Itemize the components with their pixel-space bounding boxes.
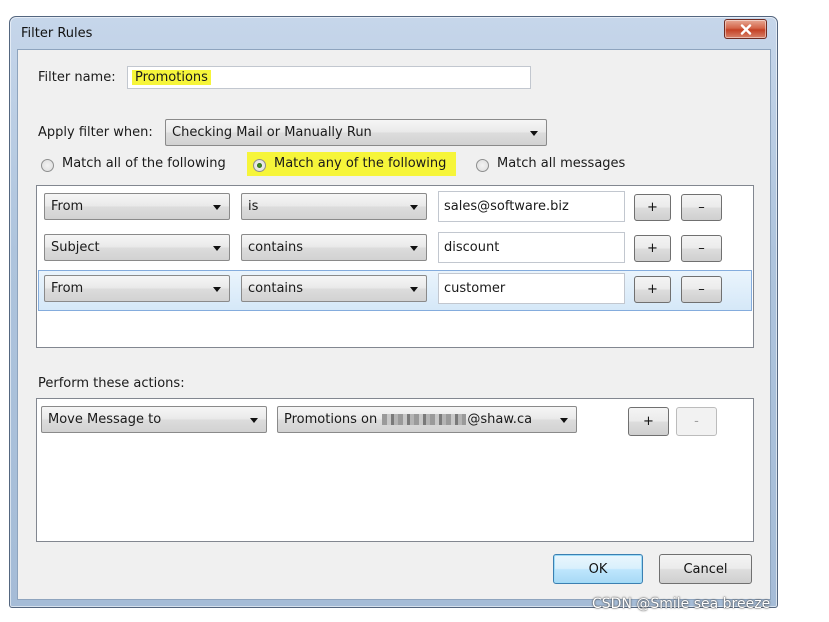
watermark: CSDN @Smile sea breeze xyxy=(592,596,771,612)
rule-value-input[interactable]: discount xyxy=(438,232,625,263)
remove-action-button[interactable]: - xyxy=(676,407,717,436)
rule-value-text: customer xyxy=(444,281,506,296)
chevron-down-icon xyxy=(213,205,221,210)
chevron-down-icon xyxy=(410,205,418,210)
actions-list: Move Message to Promotions on @shaw.ca +… xyxy=(36,398,754,542)
add-rule-button[interactable]: + xyxy=(634,194,671,221)
rule-operator-dropdown[interactable]: is xyxy=(241,193,427,220)
chevron-down-icon xyxy=(250,418,258,423)
cancel-button[interactable]: Cancel xyxy=(659,554,752,584)
filter-name-label: Filter name: xyxy=(38,70,116,85)
perform-actions-label: Perform these actions: xyxy=(38,376,185,391)
remove-rule-button[interactable]: – xyxy=(681,194,722,221)
title-bar[interactable]: Filter Rules xyxy=(10,17,777,49)
chevron-down-icon xyxy=(213,287,221,292)
rule-value-input[interactable]: customer xyxy=(438,273,625,304)
window-title: Filter Rules xyxy=(21,26,93,41)
rule-field-dropdown[interactable]: From xyxy=(44,275,230,302)
rule-operator-value: is xyxy=(248,199,259,214)
chevron-down-icon xyxy=(530,131,538,136)
ok-button[interactable]: OK xyxy=(553,554,643,584)
apply-filter-when-value: Checking Mail or Manually Run xyxy=(172,125,372,140)
redacted-email xyxy=(382,414,467,425)
rule-operator-dropdown[interactable]: contains xyxy=(241,234,427,261)
action-target-dropdown[interactable]: Promotions on @shaw.ca xyxy=(277,406,577,433)
rule-field-dropdown[interactable]: From xyxy=(44,193,230,220)
chevron-down-icon xyxy=(560,418,568,423)
rule-value-text: sales@software.biz xyxy=(444,199,569,214)
rule-operator-dropdown[interactable]: contains xyxy=(241,275,427,302)
action-type-value: Move Message to xyxy=(48,412,162,427)
close-button[interactable] xyxy=(724,19,767,39)
chevron-down-icon xyxy=(410,246,418,251)
page: Filter Rules Filter name: Promotions App… xyxy=(0,0,829,622)
radio-match-all-messages-label: Match all messages xyxy=(497,156,626,171)
radio-match-all-label: Match all of the following xyxy=(62,156,226,171)
radio-match-any-label: Match any of the following xyxy=(274,156,447,171)
rule-value-text: discount xyxy=(444,240,500,255)
radio-match-any[interactable] xyxy=(253,159,266,172)
chevron-down-icon xyxy=(213,246,221,251)
chevron-down-icon xyxy=(410,287,418,292)
filter-rules-dialog: Filter Rules Filter name: Promotions App… xyxy=(9,16,778,608)
filter-name-value: Promotions xyxy=(132,70,211,85)
dialog-body: Filter name: Promotions Apply filter whe… xyxy=(17,49,771,600)
rule-field-value: Subject xyxy=(51,240,100,255)
add-action-button[interactable]: + xyxy=(628,407,669,436)
add-rule-button[interactable]: + xyxy=(634,235,671,262)
apply-filter-when-dropdown[interactable]: Checking Mail or Manually Run xyxy=(165,119,547,146)
action-type-dropdown[interactable]: Move Message to xyxy=(41,406,267,433)
filter-name-input[interactable]: Promotions xyxy=(127,66,531,89)
radio-match-all[interactable] xyxy=(41,159,54,172)
action-target-prefix: Promotions on xyxy=(284,412,378,427)
rule-operator-value: contains xyxy=(248,240,304,255)
rule-field-value: From xyxy=(51,199,84,214)
add-rule-button[interactable]: + xyxy=(634,276,671,303)
rule-value-input[interactable]: sales@software.biz xyxy=(438,191,625,222)
remove-rule-button[interactable]: – xyxy=(681,235,722,262)
remove-rule-button[interactable]: – xyxy=(681,276,722,303)
radio-match-all-messages[interactable] xyxy=(476,159,489,172)
apply-filter-when-label: Apply filter when: xyxy=(38,125,153,140)
close-icon xyxy=(740,23,752,35)
action-target-suffix: @shaw.ca xyxy=(467,412,533,427)
rule-operator-value: contains xyxy=(248,281,304,296)
rule-field-dropdown[interactable]: Subject xyxy=(44,234,230,261)
rules-list: From is sales@software.biz + – Subject c… xyxy=(36,185,754,348)
rule-field-value: From xyxy=(51,281,84,296)
